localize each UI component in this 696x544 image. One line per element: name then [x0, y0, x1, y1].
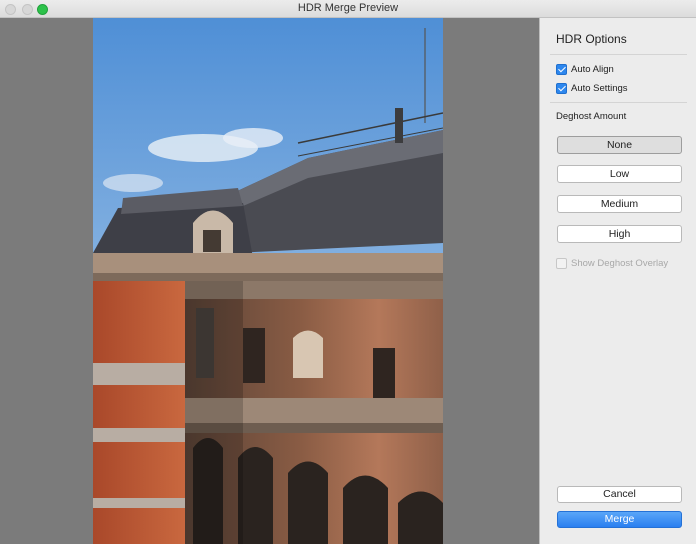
show-deghost-overlay-checkbox[interactable]: Show Deghost Overlay [556, 258, 668, 269]
hdr-options-panel: HDR Options Auto Align Auto Settings Deg… [539, 18, 696, 544]
title-bar: HDR Merge Preview [0, 0, 696, 18]
checkbox-unchecked-icon [556, 258, 567, 269]
preview-area [0, 18, 539, 544]
checkbox-checked-icon [556, 64, 567, 75]
divider [550, 54, 687, 55]
merge-button[interactable]: Merge [557, 511, 682, 528]
panel-title: HDR Options [556, 32, 627, 46]
auto-align-label: Auto Align [571, 64, 614, 75]
checkbox-checked-icon [556, 83, 567, 94]
deghost-low-button[interactable]: Low [557, 165, 682, 183]
deghost-amount-label: Deghost Amount [556, 111, 627, 122]
hdr-preview-image [93, 18, 443, 544]
window-title: HDR Merge Preview [297, 2, 399, 14]
auto-settings-label: Auto Settings [571, 83, 628, 94]
divider [550, 102, 687, 103]
deghost-high-button[interactable]: High [557, 225, 682, 243]
auto-align-checkbox[interactable]: Auto Align [556, 64, 614, 75]
deghost-medium-button[interactable]: Medium [557, 195, 682, 213]
show-deghost-overlay-label: Show Deghost Overlay [571, 258, 669, 269]
auto-settings-checkbox[interactable]: Auto Settings [556, 83, 628, 94]
deghost-none-button[interactable]: None [557, 136, 682, 154]
cancel-button[interactable]: Cancel [557, 486, 682, 503]
